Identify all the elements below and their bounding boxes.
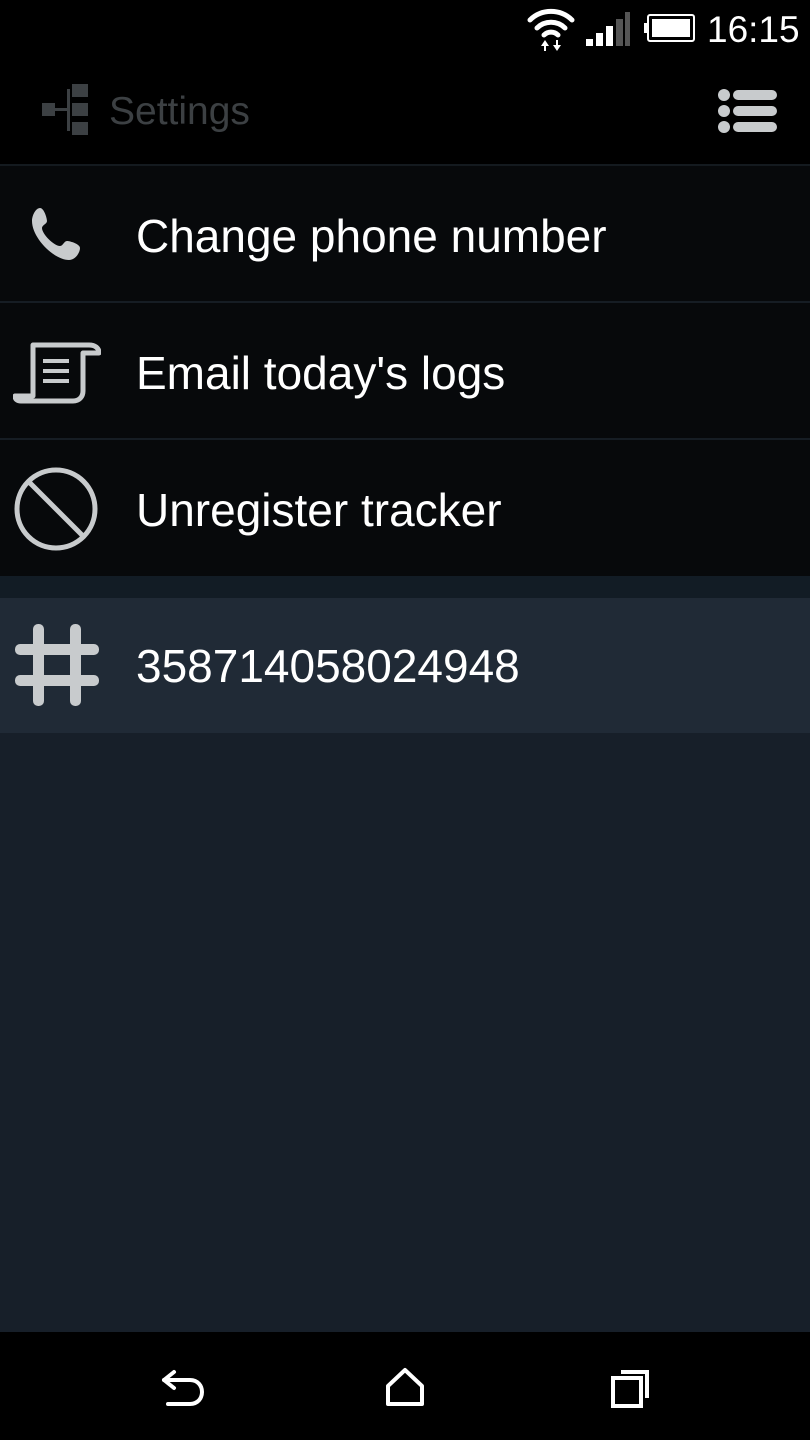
section-divider bbox=[0, 576, 810, 598]
page-title: Settings bbox=[109, 90, 250, 133]
home-icon[interactable] bbox=[378, 1362, 434, 1412]
list-menu-icon[interactable] bbox=[716, 88, 778, 134]
settings-item-change-phone-number[interactable]: Change phone number bbox=[0, 166, 810, 303]
settings-list: Change phone number Email today's logs U… bbox=[0, 166, 810, 576]
hierarchy-icon bbox=[42, 84, 88, 135]
prohibited-icon bbox=[14, 467, 98, 551]
settings-item-label: Email today's logs bbox=[136, 347, 506, 399]
device-id-value: 358714058024948 bbox=[136, 640, 520, 692]
action-bar: Settings bbox=[0, 58, 810, 166]
navigation-bar bbox=[0, 1332, 810, 1440]
status-clock: 16:15 bbox=[707, 9, 800, 50]
settings-item-label: Change phone number bbox=[136, 210, 607, 262]
device-id-row: 358714058024948 bbox=[0, 598, 810, 733]
hash-icon bbox=[15, 624, 99, 706]
settings-item-unregister-tracker[interactable]: Unregister tracker bbox=[0, 440, 810, 575]
battery-icon bbox=[644, 14, 695, 42]
recent-apps-icon[interactable] bbox=[603, 1362, 659, 1412]
cell-signal-icon bbox=[586, 12, 630, 46]
status-bar: 16:15 bbox=[0, 0, 810, 58]
scroll-log-icon bbox=[13, 342, 101, 404]
wifi-icon bbox=[527, 8, 575, 51]
screen: 16:15 Settings Change phone number Email… bbox=[0, 0, 810, 1440]
phone-icon bbox=[32, 208, 80, 260]
settings-item-email-logs[interactable]: Email today's logs bbox=[0, 303, 810, 440]
settings-item-label: Unregister tracker bbox=[136, 484, 502, 536]
back-icon[interactable] bbox=[156, 1362, 212, 1412]
